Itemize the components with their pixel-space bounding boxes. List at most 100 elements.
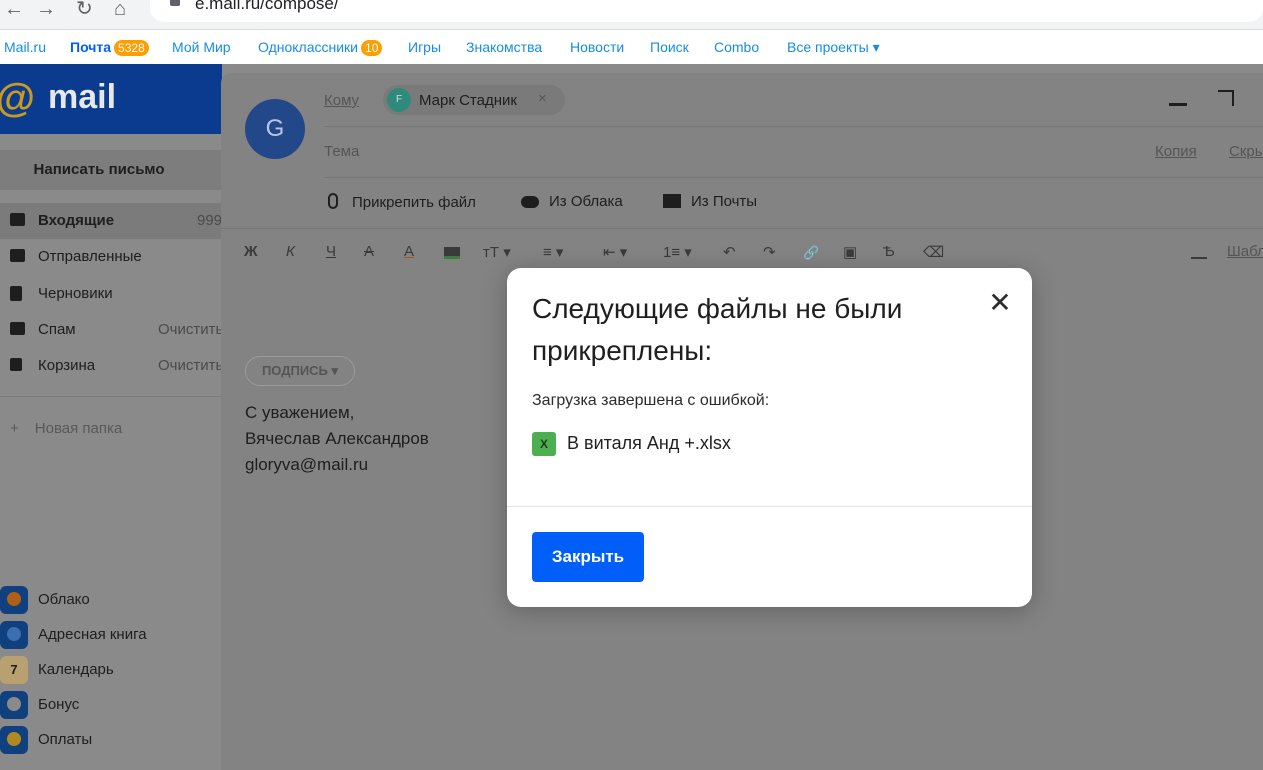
forward-icon[interactable]: → (36, 0, 56, 19)
service-payments[interactable]: Оплаты (0, 722, 222, 756)
service-calendar-label: Календарь (38, 661, 114, 678)
attach-file-label: Прикрепить файл (352, 194, 476, 211)
portal-link-pochta-label: Почта (70, 39, 112, 55)
portal-link-znakomstva[interactable]: Знакомства (466, 39, 542, 55)
templates-link[interactable]: Шабл (1227, 243, 1263, 260)
bold-button[interactable]: Ж (244, 243, 258, 260)
signature-dropdown[interactable]: ПОДПИСЬ ▾ (245, 356, 355, 386)
italic-button[interactable]: К (286, 243, 295, 260)
service-contacts[interactable]: Адресная книга (0, 617, 222, 651)
portal-link-mailru[interactable]: Mail.ru (4, 39, 46, 55)
service-calendar[interactable]: 7 Календарь (0, 652, 222, 686)
trash-clear-link[interactable]: Очистить (158, 357, 223, 374)
bonus-icon (0, 691, 28, 719)
attachment-error-dialog: Следующие файлы не были прикреплены: ✕ З… (507, 268, 1032, 607)
underline-button[interactable]: Ч (326, 243, 336, 260)
new-folder-label: Новая папка (34, 420, 123, 437)
image-icon[interactable]: ▣ (843, 243, 857, 261)
minimize-icon[interactable] (1169, 103, 1187, 106)
mail-logo[interactable]: mail (48, 78, 116, 117)
portal-link-odnoklassniki[interactable]: Одноклассники 10 (258, 39, 383, 56)
service-contacts-label: Адресная книга (38, 626, 147, 643)
plus-icon: + (10, 420, 19, 437)
dialog-divider (507, 506, 1032, 507)
from-cloud-label: Из Облака (549, 193, 623, 210)
from-mail-button[interactable]: Из Почты (663, 193, 757, 210)
portal-nav: Mail.ru Почта 5328 Мой Мир Одноклассники 1… (0, 30, 1263, 64)
strikethrough-button[interactable]: А (364, 243, 374, 260)
recipient-name: Марк Стадник (419, 92, 517, 109)
to-label[interactable]: Кому (324, 92, 359, 109)
portal-link-novosti[interactable]: Новости (570, 39, 624, 55)
folder-trash[interactable]: Корзина Очистить (0, 348, 223, 384)
inbox-count: 999 (197, 212, 223, 229)
portal-link-pochta[interactable]: Почта 5328 (70, 39, 149, 56)
close-button[interactable]: Закрыть (532, 532, 644, 582)
draft-icon (10, 286, 22, 301)
back-icon[interactable]: ← (4, 0, 24, 19)
pochta-count-badge: 5328 (114, 40, 149, 56)
service-bonus[interactable]: Бонус (0, 687, 222, 721)
translit-icon[interactable]: Ѣ (883, 243, 895, 260)
sender-avatar[interactable]: G (245, 99, 305, 159)
cc-link[interactable]: Копия (1155, 143, 1197, 160)
subject-row-divider (324, 177, 1263, 178)
url-text: e.mail.ru/compose/ (195, 0, 339, 13)
ok-count-badge: 10 (361, 40, 383, 56)
compose-button[interactable]: Написать письмо (0, 150, 222, 190)
portal-link-igry[interactable]: Игры (408, 39, 441, 55)
service-cloud[interactable]: Облако (0, 582, 222, 616)
redo-icon[interactable]: ↷ (763, 243, 776, 261)
folder-spam-label: Спам (38, 321, 76, 338)
thumbs-down-icon (10, 322, 25, 335)
home-icon[interactable]: ⌂ (114, 0, 126, 19)
service-bonus-label: Бонус (38, 696, 80, 713)
folder-inbox[interactable]: Входящие 999 (0, 203, 222, 239)
envelope-icon (663, 194, 681, 208)
folder-drafts[interactable]: Черновики (0, 276, 222, 312)
folder-trash-label: Корзина (38, 357, 96, 374)
from-cloud-button[interactable]: Из Облака (521, 193, 623, 210)
from-mail-label: Из Почты (691, 193, 758, 210)
failed-file-name: В виталя Анд +.xlsx (567, 433, 731, 453)
folder-sent[interactable]: Отправленные (0, 239, 222, 275)
close-icon[interactable]: ✕ (987, 289, 1013, 317)
reload-icon[interactable]: ↻ (76, 0, 93, 19)
folder-sent-label: Отправленные (38, 248, 142, 265)
spam-clear-link[interactable]: Очистить (158, 321, 223, 338)
dialog-message: Загрузка завершена с ошибкой: (532, 392, 770, 409)
reply-icon (10, 249, 25, 262)
signature-line-3: gloryva@mail.ru (245, 455, 369, 474)
paperclip-icon (328, 193, 338, 209)
logo-area: @ mail (0, 64, 222, 134)
remove-recipient-icon[interactable]: × (538, 90, 547, 107)
highlight-icon[interactable] (444, 247, 460, 259)
align-button[interactable]: ≡ ▾ (543, 243, 563, 261)
browser-toolbar: ← → ↻ ⌂ e.mail.ru/compose/ (0, 0, 1263, 30)
toolbar-divider (221, 228, 1263, 229)
bcc-link[interactable]: Скры (1229, 143, 1263, 160)
portal-link-combo[interactable]: Combo (714, 39, 759, 55)
portal-link-moy-mir[interactable]: Мой Мир (172, 39, 231, 55)
attach-file-button[interactable]: Прикрепить файл (328, 193, 476, 211)
recipient-chip[interactable]: F Марк Стадник × (383, 85, 565, 115)
cloud-icon (521, 196, 539, 208)
folder-spam[interactable]: Спам Очистить (0, 312, 223, 348)
clear-format-icon[interactable]: ⌫ (923, 243, 944, 261)
indent-button[interactable]: ⇤ ▾ (603, 243, 627, 261)
portal-link-all-projects[interactable]: Все проекты ▾ (787, 39, 880, 56)
link-icon[interactable]: 🔗 (803, 245, 819, 261)
address-bar[interactable]: e.mail.ru/compose/ (150, 0, 1263, 22)
template-icon[interactable] (1191, 247, 1207, 259)
subject-input[interactable]: Тема (324, 143, 359, 160)
calendar-icon: 7 (0, 656, 28, 684)
expand-icon[interactable] (1218, 90, 1234, 106)
to-row-divider (324, 126, 1263, 127)
text-color-button[interactable]: А (404, 243, 414, 260)
undo-icon[interactable]: ↶ (723, 243, 736, 261)
portal-link-poisk[interactable]: Поиск (650, 39, 689, 55)
list-button[interactable]: 1≡ ▾ (663, 243, 692, 261)
signature-text[interactable]: С уважением, Вячеслав Александров gloryv… (245, 400, 429, 478)
font-size-button[interactable]: тТ ▾ (483, 243, 511, 261)
new-folder-button[interactable]: + Новая папка (10, 420, 122, 437)
